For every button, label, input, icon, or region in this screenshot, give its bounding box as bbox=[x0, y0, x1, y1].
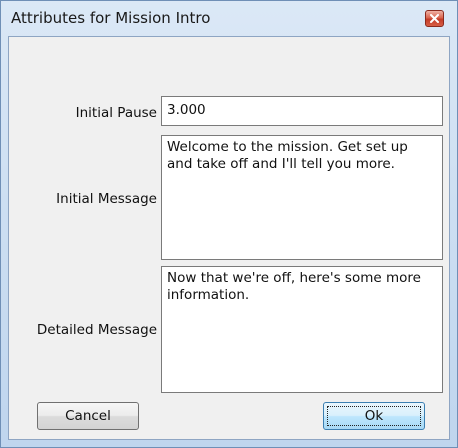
dialog-window: Attributes for Mission Intro Initial Pau… bbox=[0, 0, 458, 448]
initial-pause-label: Initial Pause bbox=[75, 105, 157, 121]
initial-message-textarea[interactable]: Welcome to the mission. Get set up and t… bbox=[161, 135, 443, 260]
detailed-message-textarea[interactable]: Now that we're off, here's some more inf… bbox=[161, 266, 443, 393]
close-button[interactable] bbox=[425, 10, 444, 27]
close-icon bbox=[430, 14, 439, 23]
cancel-button[interactable]: Cancel bbox=[37, 402, 139, 430]
title-bar[interactable]: Attributes for Mission Intro bbox=[1, 1, 457, 35]
ok-button[interactable]: Ok bbox=[323, 402, 425, 430]
detailed-message-label: Detailed Message bbox=[36, 322, 157, 338]
initial-message-label: Initial Message bbox=[56, 191, 157, 207]
initial-pause-input[interactable]: 3.000 bbox=[161, 96, 443, 126]
dialog-body: Initial Pause 3.000 Initial Message Welc… bbox=[8, 36, 450, 440]
dialog-title: Attributes for Mission Intro bbox=[11, 9, 211, 27]
